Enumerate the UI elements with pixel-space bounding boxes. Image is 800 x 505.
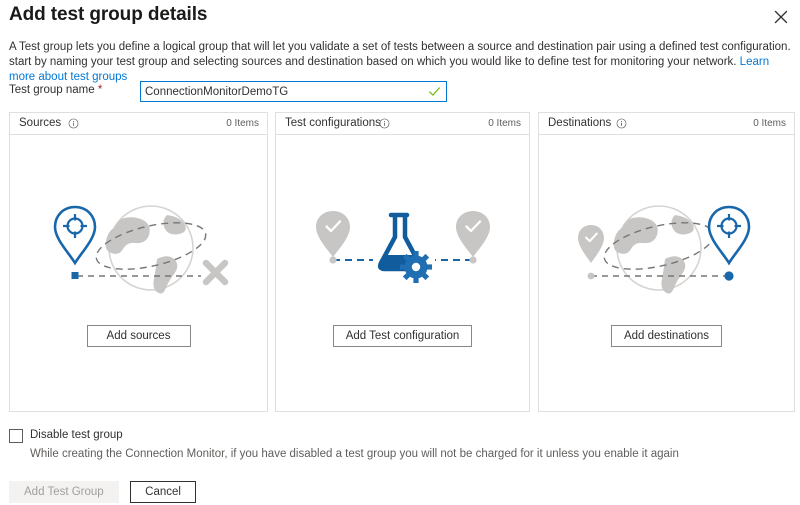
panel-destinations-body: Add destinations <box>538 134 795 412</box>
test-group-name-label: Test group name * <box>9 84 102 96</box>
test-group-name-row: Test group name * <box>9 81 795 103</box>
panel-sources-title: Sources <box>19 117 61 129</box>
panel-test-configurations-title: Test configurations <box>285 117 381 129</box>
info-icon[interactable] <box>68 118 79 129</box>
cancel-button[interactable]: Cancel <box>130 481 196 503</box>
panel-destinations: Destinations 0 Items <box>538 112 795 412</box>
panel-test-configurations-action: Add Test configuration <box>276 325 529 347</box>
close-icon[interactable] <box>772 8 790 26</box>
panel-sources-body: Add sources <box>9 134 268 412</box>
disable-test-group-row: Disable test group <box>9 428 789 445</box>
ellipsis-icon[interactable]: ··· <box>186 12 202 20</box>
panel-sources-action: Add sources <box>10 325 267 347</box>
dialog-footer: Add Test Group Cancel <box>9 481 203 503</box>
test-group-name-label-text: Test group name <box>9 84 95 96</box>
info-icon[interactable] <box>379 118 390 129</box>
required-marker: * <box>98 84 102 96</box>
destinations-globe-illustration <box>539 193 794 298</box>
add-test-configuration-button[interactable]: Add Test configuration <box>333 325 473 347</box>
panel-destinations-header: Destinations 0 Items <box>538 112 795 134</box>
dialog-description: A Test group lets you define a logical g… <box>9 40 795 85</box>
add-sources-button[interactable]: Add sources <box>87 325 191 347</box>
panel-destinations-title: Destinations <box>548 117 611 129</box>
disable-test-group-checkbox[interactable] <box>9 429 23 443</box>
sources-globe-illustration <box>10 193 267 298</box>
test-group-name-field[interactable] <box>140 81 447 102</box>
panel-test-configurations-header: Test configurations 0 Items <box>275 112 530 134</box>
info-icon[interactable] <box>616 118 627 129</box>
disable-test-group-help-text: While creating the Connection Monitor, i… <box>30 448 679 460</box>
disable-test-group-section: Disable test group While creating the Co… <box>9 428 789 445</box>
panel-test-configurations-count: 0 Items <box>488 118 521 129</box>
checkmark-icon <box>428 85 441 98</box>
dialog-header: Add test group details ··· <box>0 0 800 34</box>
page-title: Add test group details <box>9 4 207 26</box>
test-group-name-input[interactable] <box>141 82 423 101</box>
panel-destinations-count: 0 Items <box>753 118 786 129</box>
add-test-group-button[interactable]: Add Test Group <box>9 481 119 503</box>
panel-destinations-action: Add destinations <box>539 325 794 347</box>
panel-test-configurations-body: Add Test configuration <box>275 134 530 412</box>
panel-sources-count: 0 Items <box>226 118 259 129</box>
description-text: A Test group lets you define a logical g… <box>9 41 791 68</box>
flask-gear-illustration <box>276 193 529 298</box>
panel-test-configurations: Test configurations 0 Items <box>275 112 530 412</box>
panel-sources: Sources 0 Items <box>9 112 268 412</box>
add-destinations-button[interactable]: Add destinations <box>611 325 722 347</box>
panel-sources-header: Sources 0 Items <box>9 112 268 134</box>
disable-test-group-label[interactable]: Disable test group <box>30 429 123 441</box>
